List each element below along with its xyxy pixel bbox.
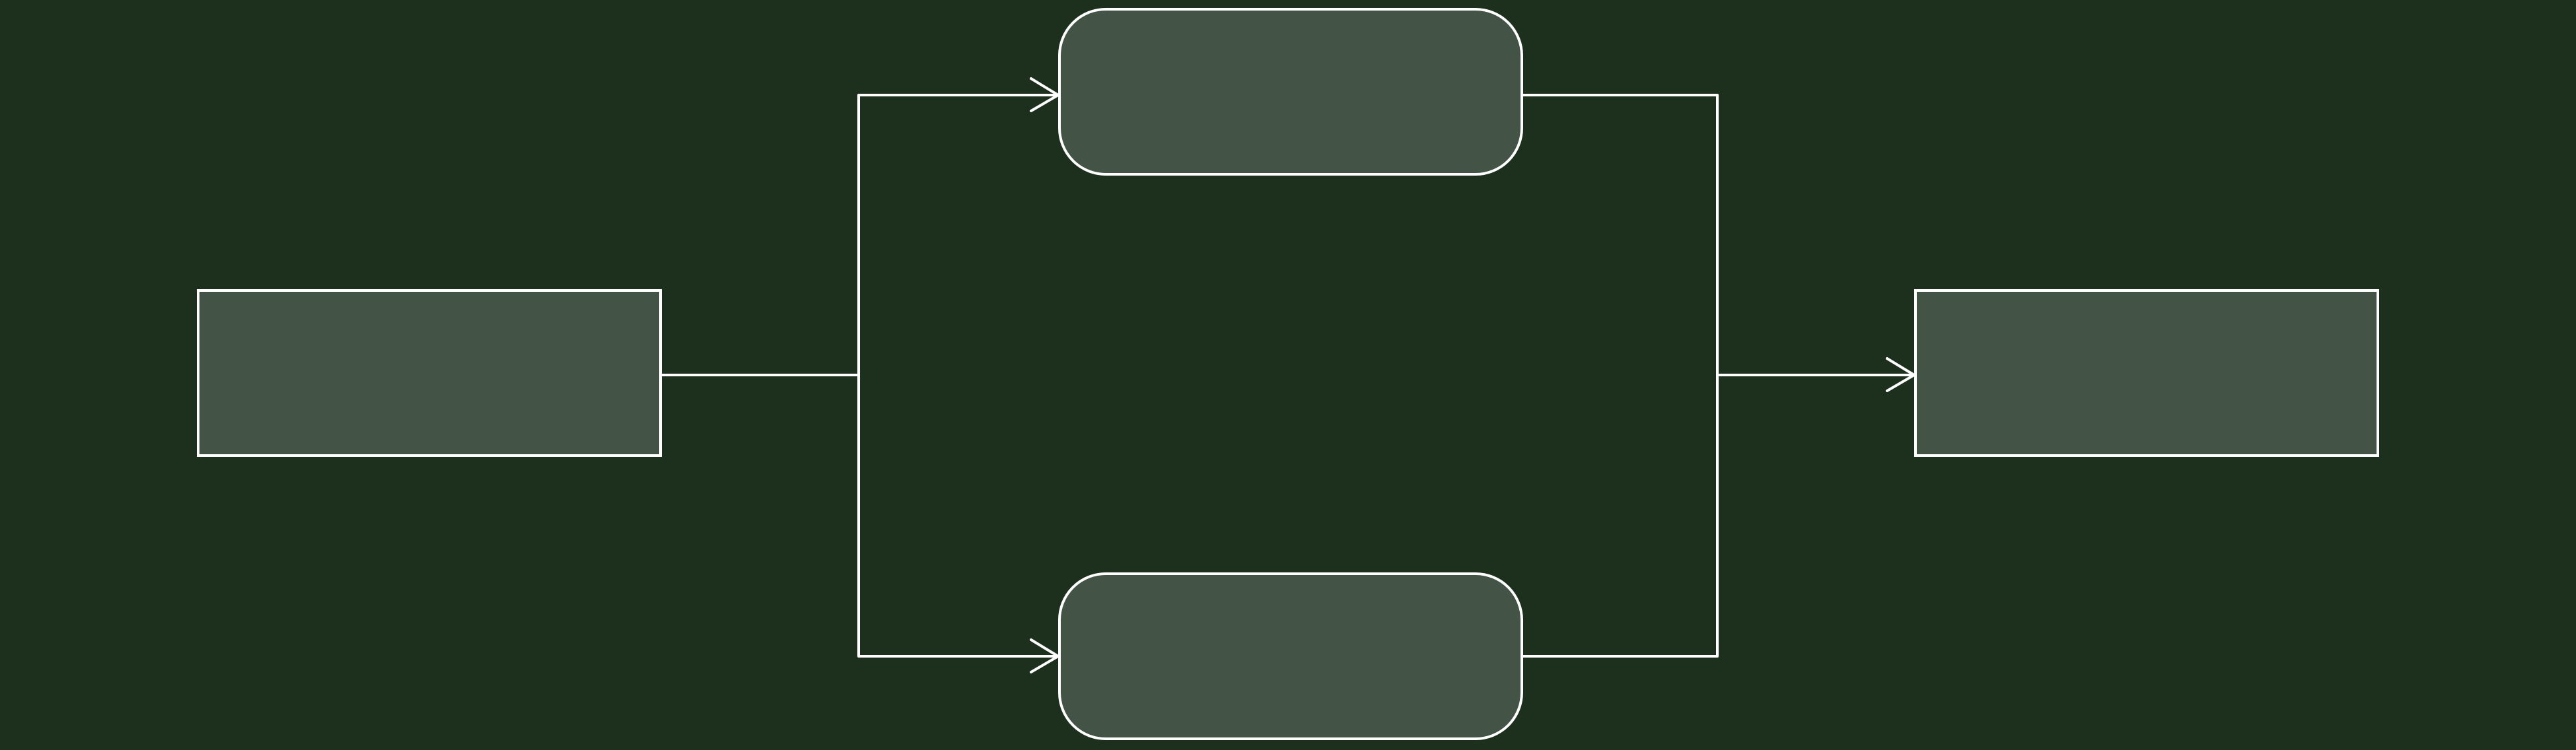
node-target bbox=[1914, 289, 2379, 457]
node-branch-bottom bbox=[1058, 572, 1523, 740]
edge-branch-bottom-to-target bbox=[1521, 374, 1719, 658]
edge-source-to-branch-top bbox=[659, 94, 1058, 376]
edge-source-to-branch-bottom bbox=[857, 374, 1058, 658]
edge-branch-top-to-target bbox=[1521, 94, 1914, 376]
flow-diagram bbox=[197, 8, 2379, 740]
node-branch-top bbox=[1058, 8, 1523, 176]
node-source bbox=[197, 289, 662, 457]
